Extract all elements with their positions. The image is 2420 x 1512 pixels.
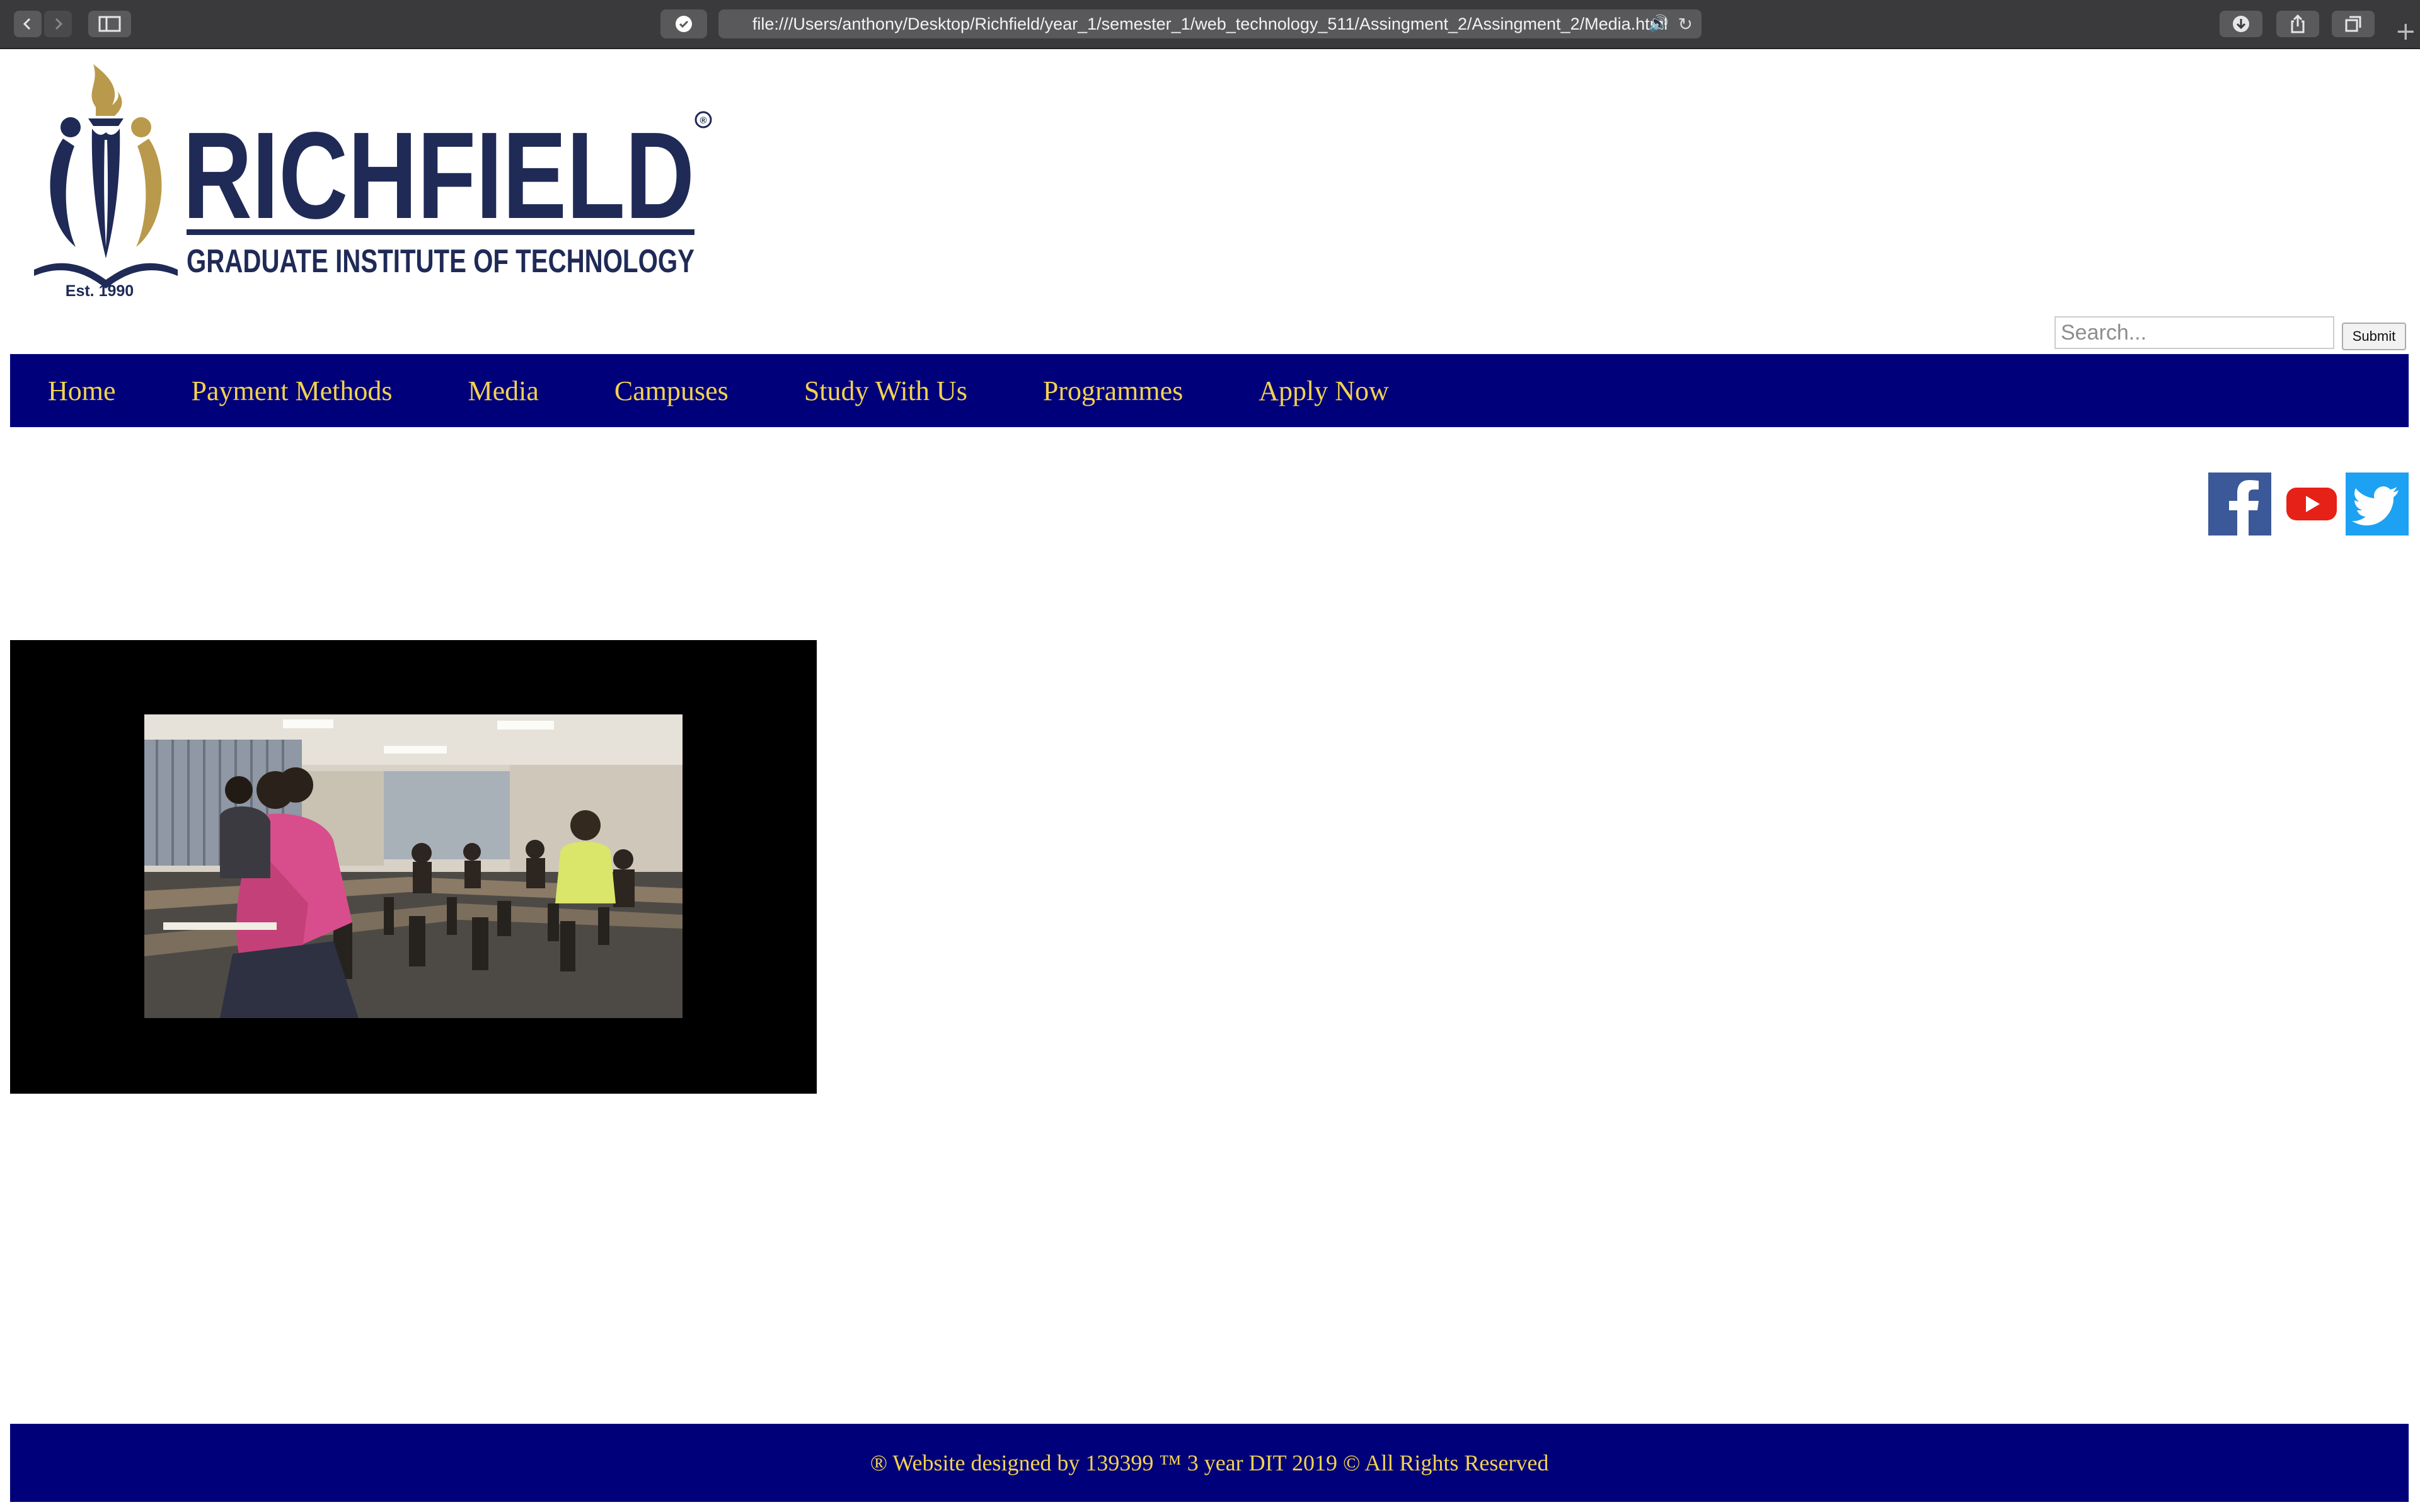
twitter-icon[interactable] bbox=[2346, 472, 2409, 536]
checkmark-shield-icon bbox=[676, 16, 692, 32]
youtube-icon[interactable] bbox=[2280, 472, 2343, 536]
logo-divider bbox=[187, 229, 694, 235]
nav-item-apply-now[interactable]: Apply Now bbox=[1259, 375, 1389, 407]
nav-item-payment-methods[interactable]: Payment Methods bbox=[192, 375, 393, 407]
nav-item-study-with-us[interactable]: Study With Us bbox=[804, 375, 967, 407]
nav-item-home[interactable]: Home bbox=[48, 375, 116, 407]
privacy-report-button[interactable] bbox=[660, 9, 707, 38]
back-button[interactable] bbox=[14, 11, 42, 37]
url-text: file:///Users/anthony/Desktop/Richfield/… bbox=[752, 14, 1668, 33]
address-bar[interactable]: file:///Users/anthony/Desktop/Richfield/… bbox=[718, 9, 1702, 38]
chevron-left-icon bbox=[23, 18, 31, 30]
classroom-video-frame bbox=[144, 714, 683, 1018]
plus-icon[interactable]: + bbox=[2395, 19, 2416, 44]
nav-item-programmes[interactable]: Programmes bbox=[1043, 375, 1183, 407]
nav-item-media[interactable]: Media bbox=[468, 375, 539, 407]
richfield-logo[interactable]: RICHFIELD ® GRADUATE INSTITUTE OF TECHNO… bbox=[25, 58, 718, 310]
forward-button[interactable] bbox=[44, 11, 72, 37]
logo-name: RICHFIELD bbox=[183, 106, 694, 244]
speaker-icon[interactable]: 🔊 bbox=[1649, 9, 1669, 38]
page-footer: ® Website designed by 139399 ™ 3 year DI… bbox=[10, 1424, 2409, 1502]
video-player[interactable] bbox=[10, 640, 817, 1094]
sidebar-icon bbox=[98, 16, 121, 32]
torch-emblem bbox=[34, 64, 178, 289]
download-icon bbox=[2233, 16, 2249, 32]
search-input[interactable] bbox=[2054, 316, 2334, 349]
logo-tagline: GRADUATE INSTITUTE OF TECHNOLOGY bbox=[187, 243, 694, 280]
logo-established: Est. 1990 bbox=[66, 282, 134, 300]
tabs-overview-icon bbox=[2345, 16, 2361, 32]
chevron-right-icon bbox=[55, 18, 63, 30]
download-button[interactable] bbox=[2220, 11, 2262, 37]
submit-button[interactable]: Submit bbox=[2342, 323, 2406, 350]
sidebar-button[interactable] bbox=[88, 11, 131, 37]
tabs-overview-button[interactable] bbox=[2332, 11, 2375, 37]
share-button[interactable] bbox=[2276, 11, 2319, 37]
share-icon bbox=[2291, 14, 2305, 33]
facebook-icon[interactable] bbox=[2208, 472, 2271, 536]
main-navigation: Home Payment Methods Media Campuses Stud… bbox=[10, 354, 2409, 427]
nav-item-campuses[interactable]: Campuses bbox=[614, 375, 729, 407]
browser-toolbar: file:///Users/anthony/Desktop/Richfield/… bbox=[0, 0, 2420, 49]
footer-text: ® Website designed by 139399 ™ 3 year DI… bbox=[870, 1450, 1549, 1475]
reload-icon[interactable]: ↻ bbox=[1678, 9, 1693, 38]
logo-registered-mark: ® bbox=[700, 115, 706, 126]
